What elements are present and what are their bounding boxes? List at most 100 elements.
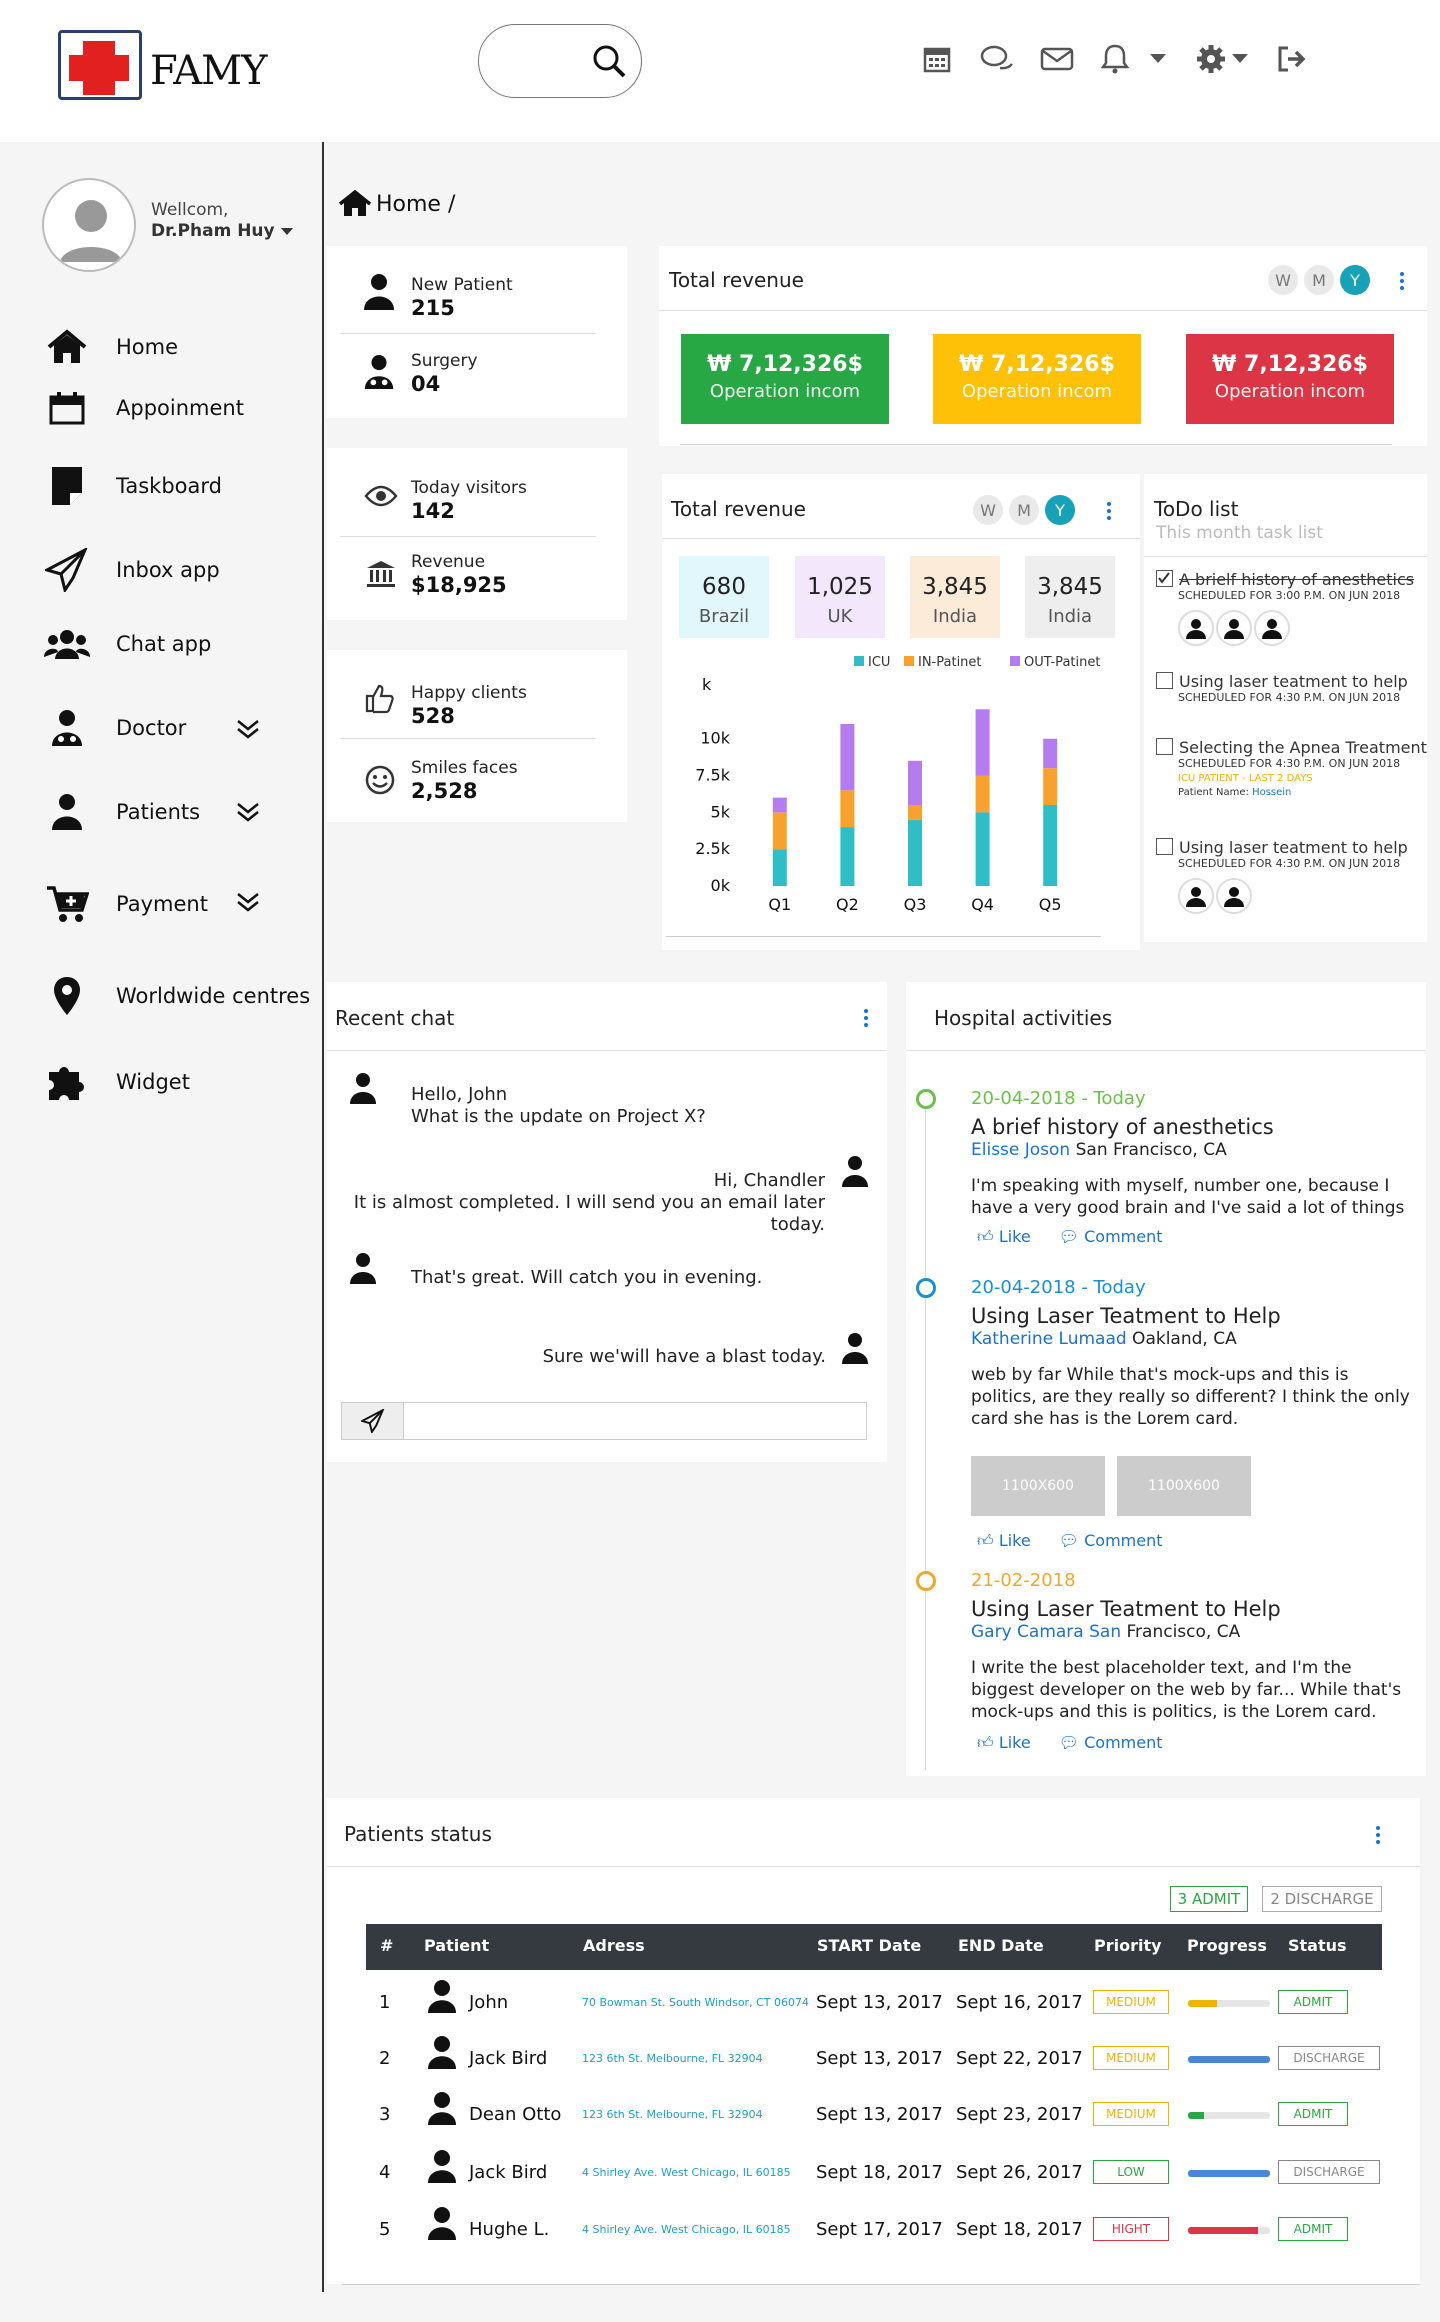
period-toggle[interactable]: W M Y — [1268, 265, 1370, 295]
y-tick-label: 5k — [711, 802, 731, 821]
more-options-icon[interactable] — [863, 1009, 869, 1027]
search-input[interactable] — [478, 24, 642, 98]
patient-name[interactable]: John — [469, 1992, 508, 2013]
chevron-down-icon[interactable] — [235, 718, 261, 740]
like-button[interactable]: 👍︎ Like — [977, 1227, 1031, 1247]
gear-icon[interactable] — [1194, 42, 1228, 76]
status-badge[interactable]: DISCHARGE — [1278, 2160, 1380, 2184]
bar-segment — [1043, 805, 1058, 886]
discharge-count-badge[interactable]: 2 DISCHARGE — [1262, 1886, 1382, 1912]
chat-icon[interactable] — [980, 42, 1014, 76]
famy-logo[interactable]: FAMY — [58, 30, 268, 104]
progress-bar — [1188, 2000, 1270, 2007]
status-badge[interactable]: ADMIT — [1278, 2102, 1348, 2126]
person-link[interactable]: Katherine Lumaad — [971, 1329, 1127, 1349]
sidebar-item-appoinment[interactable]: Appoinment — [44, 386, 244, 430]
admit-count-badge[interactable]: 3 ADMIT — [1170, 1886, 1248, 1912]
sidebar-item-inbox[interactable]: Inbox app — [44, 548, 220, 592]
toggle-year[interactable]: Y — [1045, 495, 1075, 525]
x-tick-label: Q2 — [836, 895, 859, 914]
checkbox[interactable] — [1156, 570, 1173, 587]
like-button[interactable]: 👍︎ Like — [977, 1733, 1031, 1753]
person-link[interactable]: Gary Camara San — [971, 1622, 1121, 1642]
patient-name[interactable]: Jack Bird — [469, 2162, 547, 2183]
comment-button[interactable]: 💬︎ Comment — [1059, 1733, 1163, 1753]
patient-name[interactable]: Dean Otto — [469, 2104, 561, 2125]
comment-button[interactable]: 💬︎ Comment — [1059, 1227, 1163, 1247]
patient-name[interactable]: Jack Bird — [469, 2048, 547, 2069]
search-icon[interactable] — [591, 43, 627, 79]
chat-input[interactable] — [404, 1403, 866, 1439]
user-menu[interactable]: Dr.Pham Huy — [151, 221, 293, 242]
person-link[interactable]: Elisse Joson — [971, 1140, 1070, 1160]
chat-compose — [341, 1402, 867, 1440]
sidebar-item-doctor[interactable]: Doctor — [44, 706, 186, 750]
status-badge[interactable]: ADMIT — [1278, 1990, 1348, 2014]
patient-address[interactable]: 70 Bowman St. South Windsor, CT 06074 — [582, 1996, 809, 2009]
status-badge[interactable]: ADMIT — [1278, 2217, 1348, 2241]
toggle-week[interactable]: W — [1268, 265, 1298, 295]
patient-name[interactable]: Hughe L. — [469, 2219, 549, 2240]
sidebar-item-taskboard[interactable]: Taskboard — [44, 464, 222, 508]
toggle-year[interactable]: Y — [1340, 265, 1370, 295]
bank-icon — [366, 560, 396, 592]
patient-address[interactable]: 123 6th St. Melbourne, FL 32904 — [582, 2108, 763, 2121]
settings-dropdown-caret[interactable] — [1232, 54, 1248, 63]
sidebar-item-payment[interactable]: Payment — [44, 882, 208, 926]
sidebar-item-patients[interactable]: Patients — [44, 790, 200, 834]
more-options-icon[interactable] — [1399, 272, 1405, 290]
sidebar-item-widget[interactable]: Widget — [44, 1060, 190, 1104]
chat-message: Hello, John What is the update on Project… — [411, 1084, 706, 1127]
toggle-week[interactable]: W — [973, 495, 1003, 525]
todo-item-1[interactable]: A brielf history of anesthetics SCHEDULE… — [1156, 570, 1414, 646]
welcome-text: Wellcom, — [151, 200, 229, 220]
toggle-month[interactable]: M — [1009, 495, 1039, 525]
logout-icon[interactable] — [1274, 42, 1308, 76]
start-date: Sept 18, 2017 — [816, 2162, 943, 2183]
chevron-down-icon[interactable] — [235, 891, 261, 913]
bell-icon[interactable] — [1098, 42, 1132, 76]
sidebar-item-worldwide[interactable]: Worldwide centres — [44, 974, 310, 1018]
sidebar-item-label: Patients — [116, 800, 201, 824]
breadcrumb[interactable]: Home / — [338, 190, 455, 218]
sidebar-item-label: Taskboard — [116, 474, 222, 498]
avatar — [422, 2203, 462, 2243]
calendar-icon[interactable] — [920, 42, 954, 76]
avatar — [1254, 610, 1290, 646]
avatar — [1216, 878, 1252, 914]
patient-address[interactable]: 4 Shirley Ave. West Chicago, IL 60185 — [582, 2166, 791, 2179]
checkbox[interactable] — [1156, 738, 1173, 755]
chat-message: That's great. Will catch you in evening. — [411, 1267, 763, 1288]
bar-segment — [1043, 768, 1058, 805]
comment-button[interactable]: 💬︎ Comment — [1059, 1531, 1163, 1551]
checkbox[interactable] — [1156, 672, 1173, 689]
patient-address[interactable]: 123 6th St. Melbourne, FL 32904 — [582, 2052, 763, 2065]
like-button[interactable]: 👍︎ Like — [977, 1531, 1031, 1551]
caret-down-icon[interactable] — [280, 228, 293, 235]
user-avatar[interactable] — [42, 178, 136, 272]
more-options-icon[interactable] — [1375, 1826, 1381, 1844]
bar-segment — [908, 805, 922, 820]
welcome-block: Wellcom, Dr.Pham Huy — [151, 200, 293, 242]
mail-icon[interactable] — [1040, 42, 1074, 76]
more-options-icon[interactable] — [1106, 502, 1112, 520]
sidebar-item-chat[interactable]: Chat app — [44, 622, 211, 666]
revenue-box-green: ₩ 7,12,326$ Operation incom — [681, 334, 889, 424]
toggle-month[interactable]: M — [1304, 265, 1334, 295]
users-icon — [44, 622, 90, 666]
sidebar-item-home[interactable]: Home — [44, 325, 178, 369]
chevron-down-icon[interactable] — [235, 801, 261, 823]
user-name: Dr.Pham Huy — [151, 221, 275, 241]
todo-title: ToDo list — [1154, 497, 1239, 521]
bell-dropdown-caret[interactable] — [1150, 54, 1166, 63]
checkbox[interactable] — [1156, 838, 1173, 855]
stat-happy-clients: Happy clients 528 — [411, 683, 527, 728]
todo-item-3[interactable]: Selecting the Apnea Treatment SCHEDULED … — [1156, 738, 1427, 798]
start-date: Sept 17, 2017 — [816, 2219, 943, 2240]
period-toggle[interactable]: W M Y — [973, 495, 1075, 525]
patient-address[interactable]: 4 Shirley Ave. West Chicago, IL 60185 — [582, 2223, 791, 2236]
status-badge[interactable]: DISCHARGE — [1278, 2046, 1380, 2070]
todo-item-2[interactable]: Using laser teatment to help SCHEDULED F… — [1156, 672, 1408, 704]
todo-item-4[interactable]: Using laser teatment to help SCHEDULED F… — [1156, 838, 1408, 914]
send-button[interactable] — [342, 1403, 404, 1439]
